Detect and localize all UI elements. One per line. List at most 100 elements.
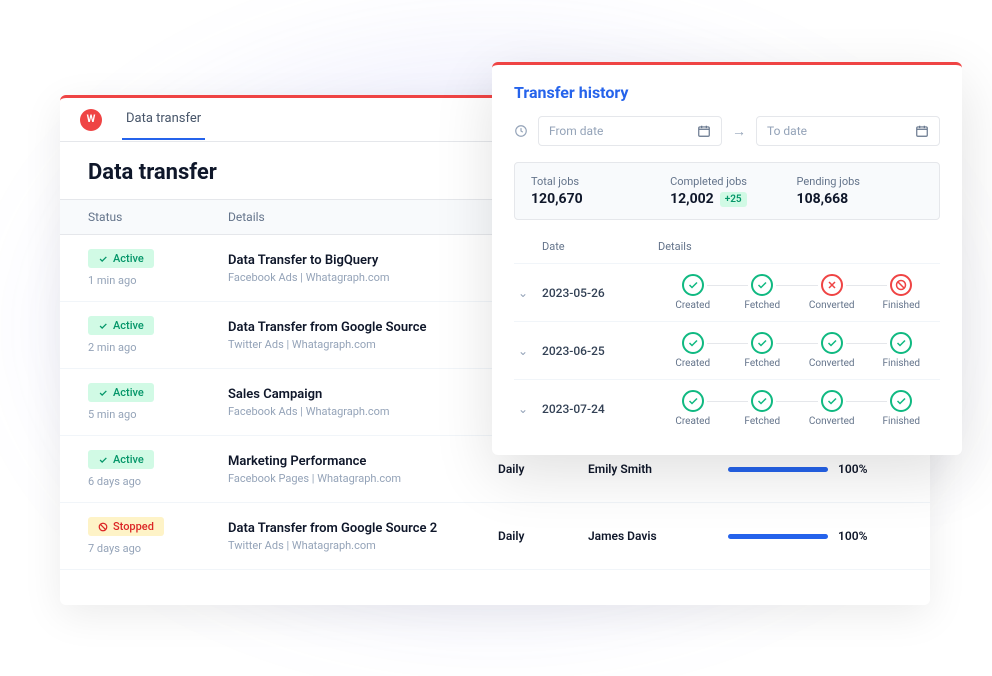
stat-pending-label: Pending jobs (797, 175, 923, 188)
row-subtitle: Facebook Pages | Whatagraph.com (228, 472, 498, 485)
status-badge: Active (88, 249, 154, 268)
row-title: Marketing Performance (228, 454, 498, 469)
check-icon (751, 332, 773, 354)
status-badge: Active (88, 383, 154, 402)
check-icon (890, 390, 912, 412)
row-subtitle: Facebook Ads | Whatagraph.com (228, 271, 498, 284)
row-title: Data Transfer from Google Source 2 (228, 521, 498, 536)
history-row[interactable]: ⌄ 2023-05-26 Created Fetched Converted F… (514, 263, 940, 321)
to-date-placeholder: To date (767, 124, 807, 138)
chevron-down-icon[interactable]: ⌄ (518, 286, 542, 300)
row-title: Sales Campaign (228, 387, 498, 402)
row-timestamp: 7 days ago (88, 542, 141, 555)
check-icon (751, 390, 773, 412)
check-icon (821, 332, 843, 354)
step-finished: Finished (867, 332, 937, 369)
row-subtitle: Twitter Ads | Whatagraph.com (228, 338, 498, 351)
stats-bar: Total jobs 120,670 Completed jobs 12,002… (514, 162, 940, 220)
to-date-input[interactable]: To date (756, 116, 940, 146)
row-subtitle: Twitter Ads | Whatagraph.com (228, 539, 498, 552)
history-header: Date Details (514, 234, 940, 263)
col-header-details: Details (228, 210, 498, 224)
row-frequency: Daily (498, 529, 588, 543)
step-created: Created (658, 274, 728, 311)
check-icon (682, 332, 704, 354)
step-created: Created (658, 332, 728, 369)
from-date-placeholder: From date (549, 124, 603, 138)
calendar-icon (915, 124, 929, 138)
fail-icon (890, 274, 912, 296)
step-converted: Converted (797, 332, 867, 369)
step-created: Created (658, 390, 728, 427)
row-title: Data Transfer to BigQuery (228, 253, 498, 268)
stat-completed-value: 12,002 +25 (670, 191, 796, 207)
stat-total-value: 120,670 (531, 191, 670, 207)
arrow-right-icon: → (732, 123, 746, 140)
step-label: Converted (809, 416, 855, 427)
history-col-date: Date (518, 240, 658, 253)
date-range-row: From date → To date (514, 116, 940, 146)
app-logo: W (80, 109, 102, 131)
row-owner: Emily Smith (588, 462, 728, 476)
step-label: Fetched (744, 416, 780, 427)
row-subtitle: Facebook Ads | Whatagraph.com (228, 405, 498, 418)
stat-total-label: Total jobs (531, 175, 670, 188)
clock-icon (514, 124, 528, 138)
history-row[interactable]: ⌄ 2023-06-25 Created Fetched Converted F… (514, 321, 940, 379)
col-header-status: Status (88, 210, 228, 224)
step-fetched: Fetched (728, 332, 798, 369)
check-icon (890, 332, 912, 354)
history-date: 2023-07-24 (542, 402, 658, 416)
stat-pending: Pending jobs 108,668 (797, 175, 923, 207)
step-label: Finished (882, 416, 920, 427)
step-label: Finished (882, 300, 920, 311)
step-label: Created (675, 416, 710, 427)
row-progress: 100% (728, 529, 888, 543)
step-label: Finished (882, 358, 920, 369)
from-date-input[interactable]: From date (538, 116, 722, 146)
step-label: Created (675, 300, 710, 311)
stat-total: Total jobs 120,670 (531, 175, 670, 207)
stat-completed-delta: +25 (720, 192, 747, 207)
check-icon (751, 274, 773, 296)
row-frequency: Daily (498, 462, 588, 476)
check-icon (682, 390, 704, 412)
step-label: Created (675, 358, 710, 369)
panel-title: Transfer history (514, 83, 940, 102)
step-label: Fetched (744, 358, 780, 369)
stat-completed-label: Completed jobs (670, 175, 796, 188)
step-finished: Finished (867, 390, 937, 427)
fail-icon (821, 274, 843, 296)
stat-completed: Completed jobs 12,002 +25 (670, 175, 796, 207)
tab-data-transfer[interactable]: Data transfer (122, 99, 205, 140)
calendar-icon (697, 124, 711, 138)
step-fetched: Fetched (728, 274, 798, 311)
step-label: Converted (809, 358, 855, 369)
history-col-details: Details (658, 240, 692, 253)
transfer-history-panel: Transfer history From date → To date Tot… (492, 62, 962, 455)
step-label: Fetched (744, 300, 780, 311)
history-row[interactable]: ⌄ 2023-07-24 Created Fetched Converted F… (514, 379, 940, 437)
step-converted: Converted (797, 390, 867, 427)
row-timestamp: 6 days ago (88, 475, 141, 488)
chevron-down-icon[interactable]: ⌄ (518, 402, 542, 416)
status-badge: Active (88, 316, 154, 335)
row-owner: James Davis (588, 529, 728, 543)
check-icon (682, 274, 704, 296)
step-finished: Finished (867, 274, 937, 311)
row-title: Data Transfer from Google Source (228, 320, 498, 335)
table-row[interactable]: Stopped 7 days ago Data Transfer from Go… (60, 503, 930, 570)
chevron-down-icon[interactable]: ⌄ (518, 344, 542, 358)
row-progress: 100% (728, 462, 888, 476)
row-timestamp: 1 min ago (88, 274, 136, 287)
status-badge: Active (88, 450, 154, 469)
row-timestamp: 5 min ago (88, 408, 136, 421)
status-badge: Stopped (88, 517, 164, 536)
check-icon (821, 390, 843, 412)
stat-pending-value: 108,668 (797, 191, 923, 207)
step-fetched: Fetched (728, 390, 798, 427)
history-date: 2023-05-26 (542, 286, 658, 300)
history-date: 2023-06-25 (542, 344, 658, 358)
row-timestamp: 2 min ago (88, 341, 136, 354)
step-label: Converted (809, 300, 855, 311)
